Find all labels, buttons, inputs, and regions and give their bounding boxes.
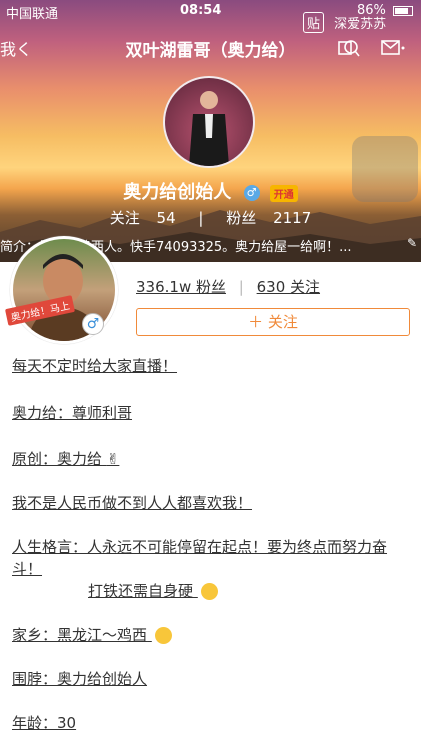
bio-line: 打铁还需自身硬 xyxy=(88,580,218,601)
mail-icon[interactable] xyxy=(381,38,407,58)
bio-line: 每天不定时给大家直播！ xyxy=(12,355,177,376)
bio-line: 原创：奥力给 ✌ xyxy=(12,448,119,469)
bio-line-text: 打铁还需自身硬 xyxy=(88,582,194,600)
widget-badge: 贴 xyxy=(303,12,325,33)
header-name-text: 奥力给创始人 xyxy=(123,182,232,203)
status-time: 08:54 xyxy=(180,3,222,18)
bio-line: 家乡：黑龙江～鸡西 xyxy=(12,624,172,645)
person-silhouette-icon xyxy=(189,91,229,166)
profile-header: 中国联通 08:54 86% 贴 深爱苏苏 我く 双叶湖雷哥（奥力给） 奥力给创… xyxy=(0,0,421,262)
header-name: 奥力给创始人 ♂ 开通 xyxy=(0,178,421,204)
smile-emoji-icon xyxy=(154,627,172,644)
bio-line-text: 斗！ xyxy=(12,560,43,578)
victory-hand-icon: ✌ xyxy=(106,450,120,468)
smile-emoji-icon xyxy=(200,583,218,600)
follower-stats: 336.1w 粉丝 | 630 关注 xyxy=(136,276,320,297)
bio-line-text: 每天不定时给大家直播！ xyxy=(12,357,178,375)
header-stats: 关注 54 | 粉丝 2117 xyxy=(0,207,421,228)
carrier-label: 中国联通 xyxy=(6,7,59,22)
bio-line-text: 原创：奥力给 xyxy=(12,450,103,468)
bio-line: 围脖：奥力给创始人 xyxy=(12,668,147,689)
follow-stat[interactable]: 关注 54 xyxy=(104,209,187,227)
widget-label: 深爱苏苏 xyxy=(334,17,387,32)
bio-line-text: 我不是人民币做不到人人都喜欢我！ xyxy=(12,494,253,512)
header-avatar[interactable] xyxy=(163,76,255,168)
stats-separator: | xyxy=(238,278,244,296)
vip-badge[interactable]: 开通 xyxy=(269,184,298,202)
stats-divider: | xyxy=(198,209,204,227)
bio-line-text: 人生格言：人永远不可能停留在起点！要为终点而努力奋 xyxy=(12,538,388,556)
floating-widget[interactable]: 贴 深爱苏苏 xyxy=(303,12,386,33)
bio-line: 斗！ xyxy=(12,558,42,579)
battery-icon xyxy=(393,5,413,16)
fans-stat[interactable]: 粉丝 2117 xyxy=(220,209,317,227)
following-link[interactable]: 630 关注 xyxy=(257,278,320,296)
bio-line-text: 围脖：奥力给创始人 xyxy=(12,670,148,688)
follow-stat-count: 54 xyxy=(156,209,176,227)
bio-line: 年龄：30 xyxy=(12,712,76,733)
follow-button[interactable]: ＋ 关注 xyxy=(136,308,410,336)
fans-stat-label: 粉丝 xyxy=(226,209,257,227)
bio-line-text: 年龄：30 xyxy=(12,714,77,732)
search-icon[interactable] xyxy=(338,38,360,58)
pencil-icon[interactable]: ✎ xyxy=(407,236,417,250)
fans-stat-count: 2117 xyxy=(273,209,312,227)
bio-line: 我不是人民币做不到人人都喜欢我！ xyxy=(12,492,252,513)
bio-line-text: 奥力给：尊师利哥 xyxy=(12,404,133,422)
fans-link[interactable]: 336.1w 粉丝 xyxy=(136,278,226,296)
bio-line: 奥力给：尊师利哥 xyxy=(12,402,132,423)
male-gender-icon: ♂ xyxy=(82,313,104,335)
bio-line-text: 家乡：黑龙江～鸡西 xyxy=(12,626,148,644)
male-gender-icon: ♂ xyxy=(243,185,260,201)
follow-stat-label: 关注 xyxy=(109,209,140,227)
bio-line: 人生格言：人永远不可能停留在起点！要为终点而努力奋 xyxy=(12,536,387,557)
